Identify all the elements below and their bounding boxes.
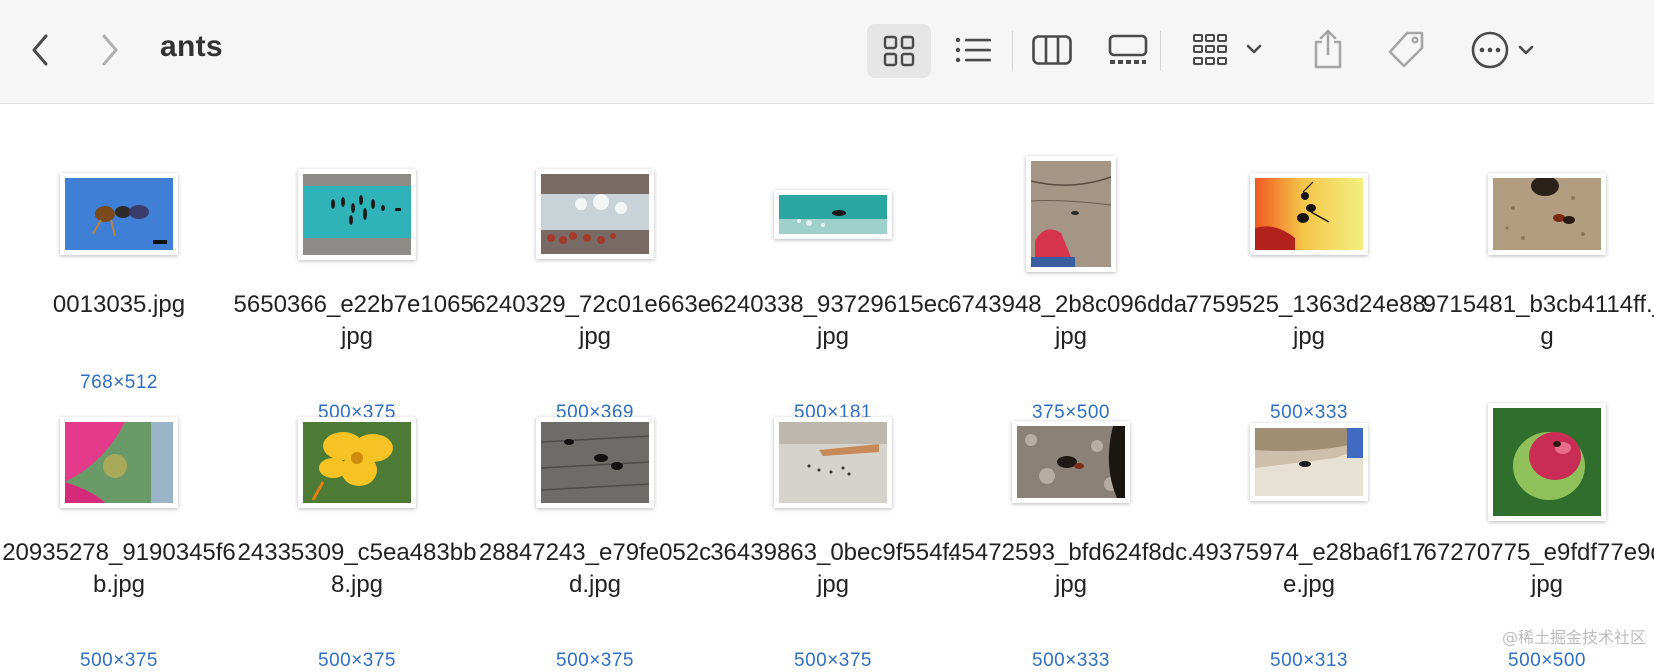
chevron-left-icon xyxy=(32,34,48,66)
toolbar-divider xyxy=(1012,31,1013,71)
forward-button[interactable] xyxy=(92,30,128,70)
file-thumbnail[interactable] xyxy=(956,149,1186,279)
file-name: 20935278_9190345f6b.jpg xyxy=(2,539,236,598)
image-dimensions: 500×500 xyxy=(1508,650,1586,671)
file-thumbnail[interactable] xyxy=(480,397,710,527)
file-thumbnail[interactable] xyxy=(242,397,472,527)
file-thumbnail[interactable] xyxy=(1194,149,1424,279)
column-view-icon[interactable] xyxy=(1030,28,1074,72)
image-dimensions: 768×512 xyxy=(80,372,158,393)
file-thumbnail[interactable] xyxy=(4,397,234,527)
file-name: 49375974_e28ba6f17e.jpg xyxy=(1192,539,1426,598)
toolbar-divider xyxy=(1160,31,1161,71)
file-thumbnail[interactable] xyxy=(1432,397,1654,527)
icon-view-icon[interactable] xyxy=(867,24,931,78)
list-view-icon[interactable] xyxy=(952,28,996,72)
file-thumbnail[interactable] xyxy=(242,149,472,279)
image-dimensions: 500×313 xyxy=(1270,650,1348,671)
gallery-view-icon[interactable] xyxy=(1106,28,1150,72)
file-thumbnail[interactable] xyxy=(1194,397,1424,527)
file-name: 7759525_1363d24e88.jpg xyxy=(1185,291,1433,350)
file-name: 6743948_2b8c096dda.jpg xyxy=(948,291,1194,350)
group-button[interactable] xyxy=(1192,28,1270,72)
file-thumbnail[interactable] xyxy=(1432,149,1654,279)
image-dimensions: 500×375 xyxy=(794,650,872,671)
finder-toolbar: ants xyxy=(0,0,1654,104)
tag-button[interactable] xyxy=(1384,28,1428,72)
watermark: @稀土掘金技术社区 xyxy=(1501,628,1646,647)
file-name: 5650366_e22b7e1065.jpg xyxy=(233,291,481,350)
back-button[interactable] xyxy=(22,30,58,70)
image-dimensions: 500×333 xyxy=(1032,650,1110,671)
file-icon-grid: 0013035.jpg 768×512 5650366_e22b7e1065.j… xyxy=(0,103,1654,671)
file-name: 24335309_c5ea483bb8.jpg xyxy=(237,539,477,598)
share-button[interactable] xyxy=(1308,26,1348,72)
file-name: 9715481_b3cb4114ff.jpg xyxy=(1422,291,1654,350)
more-icon xyxy=(1471,31,1534,69)
file-name: 67270775_e9fdf77e9d.jpg xyxy=(1423,539,1654,598)
file-name: 0013035.jpg xyxy=(52,291,186,318)
file-thumbnail[interactable] xyxy=(4,149,234,279)
image-dimensions: 500×375 xyxy=(80,650,158,671)
share-icon xyxy=(1314,29,1342,69)
group-grid-icon xyxy=(1193,34,1262,65)
file-thumbnail[interactable] xyxy=(718,397,948,527)
file-thumbnail[interactable] xyxy=(718,149,948,279)
tag-icon xyxy=(1388,31,1424,68)
file-thumbnail[interactable] xyxy=(956,397,1186,527)
chevron-right-icon xyxy=(102,34,118,66)
folder-title: ants xyxy=(160,30,223,63)
file-name: 6240329_72c01e663e.jpg xyxy=(472,291,718,350)
file-name: 45472593_bfd624f8dc.jpg xyxy=(948,539,1194,598)
more-button[interactable] xyxy=(1470,28,1542,72)
search-button[interactable] xyxy=(1638,30,1654,70)
file-thumbnail[interactable] xyxy=(480,149,710,279)
file-name: 6240338_93729615ec.jpg xyxy=(710,291,956,350)
image-dimensions: 500×375 xyxy=(556,650,634,671)
file-name: 28847243_e79fe052cd.jpg xyxy=(478,539,712,598)
file-name: 36439863_0bec9f554f.jpg xyxy=(710,539,956,598)
image-dimensions: 500×375 xyxy=(318,650,396,671)
